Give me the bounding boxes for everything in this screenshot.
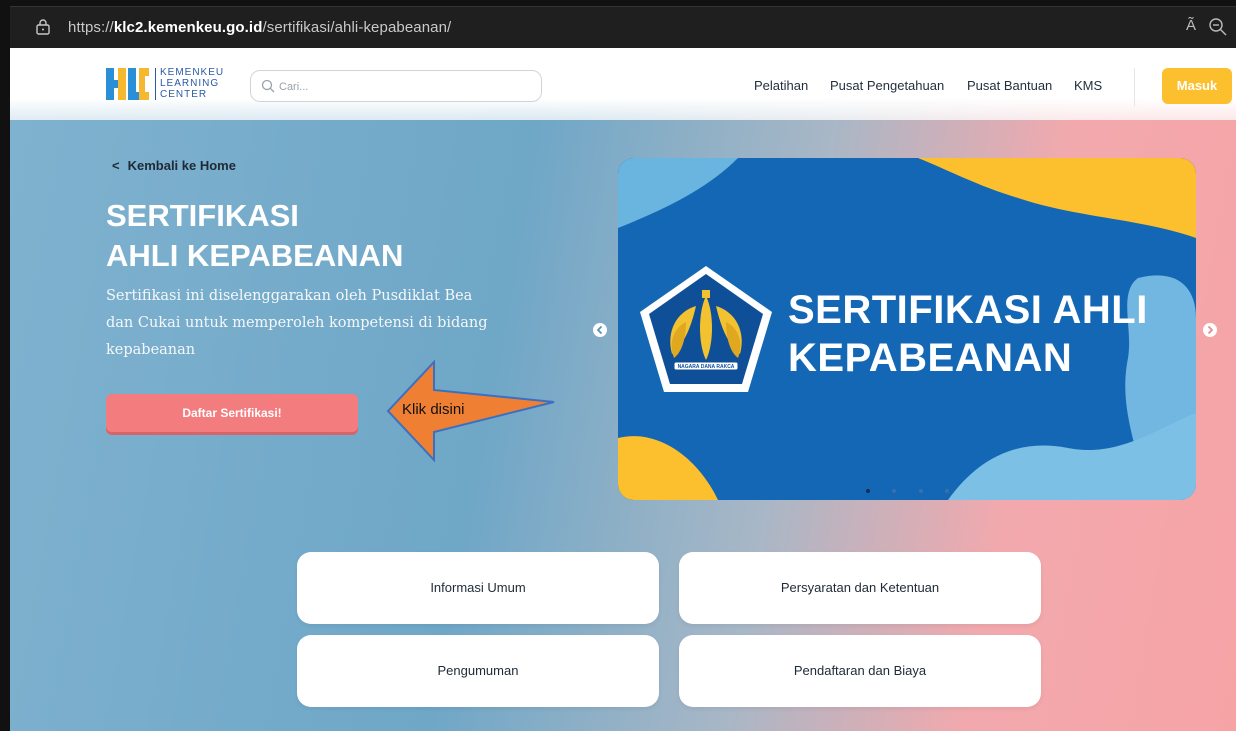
address-bar[interactable]: https://klc2.kemenkeu.go.id/sertifikasi/… bbox=[10, 6, 1236, 48]
login-button[interactable]: Masuk bbox=[1162, 68, 1232, 104]
logo-separator bbox=[155, 68, 156, 100]
nav-pusat-pengetahuan[interactable]: Pusat Pengetahuan bbox=[830, 78, 944, 93]
logo-line-3: CENTER bbox=[160, 89, 208, 100]
browser-window: https://klc2.kemenkeu.go.id/sertifikasi/… bbox=[0, 0, 1236, 731]
logo-line-1: KEMENKEU bbox=[160, 67, 225, 78]
carousel-dots bbox=[866, 480, 967, 493]
back-to-home-link[interactable]: < Kembali ke Home bbox=[112, 158, 236, 173]
klc-logo[interactable]: KEMENKEU LEARNING CENTER bbox=[106, 64, 246, 104]
card-pengumuman[interactable]: Pengumuman bbox=[297, 635, 659, 707]
card-pendaftaran-biaya[interactable]: Pendaftaran dan Biaya bbox=[679, 635, 1041, 707]
carousel-dot[interactable] bbox=[918, 489, 923, 493]
page-title-line-2: AHLI KEPABEANAN bbox=[106, 238, 404, 273]
klc-logo-mark bbox=[106, 68, 149, 100]
logo-wordmark: KEMENKEU LEARNING CENTER bbox=[160, 67, 224, 100]
back-label: Kembali ke Home bbox=[127, 158, 236, 173]
banner-title-line-1: SERTIFIKASI AHLI bbox=[788, 288, 1148, 332]
search-input[interactable] bbox=[279, 77, 529, 97]
nav-kms[interactable]: KMS bbox=[1074, 78, 1102, 93]
lock-icon[interactable] bbox=[36, 19, 50, 35]
hero-description: Sertifikasi ini diselenggarakan oleh Pus… bbox=[106, 288, 488, 358]
kemenkeu-emblem-icon: NAGARA DANA RAKCA bbox=[640, 266, 772, 392]
banner-title: SERTIFIKASI AHLI KEPABEANAN bbox=[788, 286, 1148, 382]
emblem-motto: NAGARA DANA RAKCA bbox=[678, 364, 735, 370]
logo-line-2: LEARNING bbox=[160, 78, 220, 89]
url-path: /sertifikasi/ahli-kepabeanan/ bbox=[262, 19, 452, 36]
page-viewport: KEMENKEU LEARNING CENTER Pelatihan Pusat… bbox=[10, 48, 1236, 731]
url-prefix: https:// bbox=[68, 19, 114, 36]
read-aloud-icon[interactable]: Ã bbox=[1186, 17, 1196, 34]
annotation-label: Klik disini bbox=[402, 401, 465, 418]
register-certification-button[interactable]: Daftar Sertifikasi! bbox=[106, 394, 358, 432]
nav-pelatihan[interactable]: Pelatihan bbox=[754, 78, 808, 93]
chevron-left-icon: < bbox=[112, 158, 120, 173]
nav-pusat-bantuan[interactable]: Pusat Bantuan bbox=[967, 78, 1052, 93]
carousel-next-icon[interactable] bbox=[1202, 322, 1218, 338]
carousel-prev-icon[interactable] bbox=[592, 322, 608, 338]
page-title: SERTIFIKASI AHLI KEPABEANAN bbox=[106, 196, 403, 276]
url-text[interactable]: https://klc2.kemenkeu.go.id/sertifikasi/… bbox=[68, 19, 451, 36]
carousel-banner[interactable]: NAGARA DANA RAKCA SERTIFIKASI AHLI KEPAB… bbox=[618, 158, 1196, 500]
site-header: KEMENKEU LEARNING CENTER Pelatihan Pusat… bbox=[10, 48, 1236, 120]
card-persyaratan-ketentuan[interactable]: Persyaratan dan Ketentuan bbox=[679, 552, 1041, 624]
page-title-line-1: SERTIFIKASI bbox=[106, 198, 299, 233]
search-icon bbox=[261, 79, 275, 93]
zoom-icon[interactable] bbox=[1208, 17, 1228, 37]
search-box[interactable] bbox=[250, 70, 542, 102]
card-informasi-umum[interactable]: Informasi Umum bbox=[297, 552, 659, 624]
carousel-dot[interactable] bbox=[866, 489, 870, 493]
nav-divider bbox=[1134, 68, 1135, 106]
url-domain: klc2.kemenkeu.go.id bbox=[113, 19, 263, 36]
banner-title-line-2: KEPABEANAN bbox=[788, 336, 1073, 380]
